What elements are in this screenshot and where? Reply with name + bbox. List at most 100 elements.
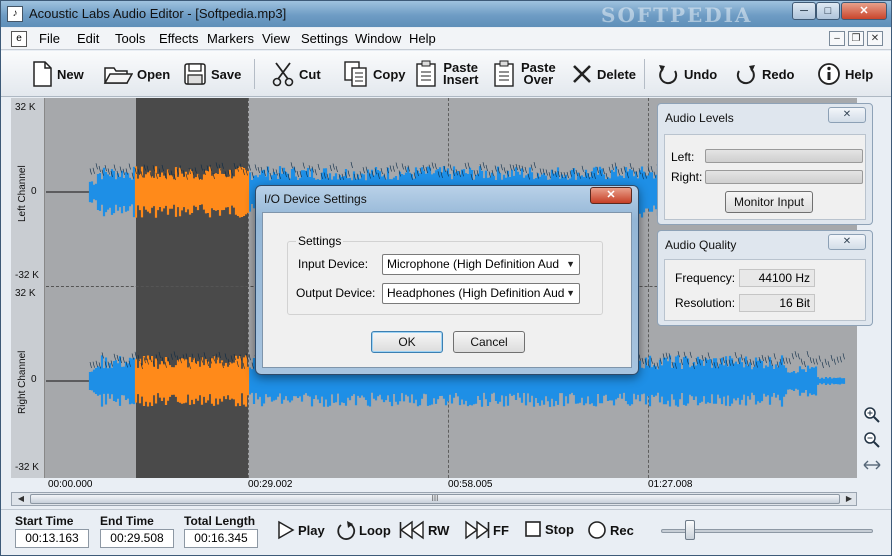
loop-button[interactable]: Loop bbox=[336, 520, 391, 540]
open-button[interactable]: Open bbox=[103, 57, 170, 91]
help-label: Help bbox=[845, 66, 874, 82]
mdi-close-button[interactable]: ✕ bbox=[867, 31, 883, 46]
cut-button[interactable]: Cut bbox=[271, 57, 321, 91]
audio-quality-title: Audio Quality bbox=[665, 238, 737, 252]
menu-help[interactable]: Help bbox=[409, 31, 436, 46]
start-time-label: Start Time bbox=[15, 514, 74, 528]
document-icon: e bbox=[11, 31, 27, 47]
redo-label: Redo bbox=[762, 66, 795, 82]
save-label: Save bbox=[211, 66, 242, 82]
redo-button[interactable]: Redo bbox=[734, 57, 795, 91]
cancel-button[interactable]: Cancel bbox=[453, 331, 525, 353]
new-button[interactable]: New bbox=[31, 57, 84, 91]
scroll-left-icon[interactable]: ◀ bbox=[14, 493, 28, 505]
undo-button[interactable]: Undo bbox=[656, 57, 717, 91]
scroll-right-icon[interactable]: ▶ bbox=[842, 493, 856, 505]
right-channel-selected-waveform bbox=[134, 355, 250, 407]
volume-slider-thumb[interactable] bbox=[685, 520, 695, 540]
dialog-close-button[interactable]: ✕ bbox=[590, 187, 632, 204]
end-time-value[interactable]: 00:29.508 bbox=[100, 529, 174, 548]
folder-open-icon bbox=[103, 67, 133, 84]
zoom-out-icon[interactable] bbox=[862, 431, 882, 451]
resolution-label: Resolution: bbox=[675, 296, 736, 310]
record-label: Rec bbox=[610, 522, 634, 538]
time-scale: 00:00.000 00:29.002 00:58.005 01:27.008 bbox=[11, 478, 857, 492]
input-device-value: Microphone (High Definition Aud bbox=[387, 257, 560, 271]
start-time-value[interactable]: 00:13.163 bbox=[15, 529, 89, 548]
paste-over-icon bbox=[494, 60, 514, 87]
amplitude-ruler: 32 K 0 -32 K 32 K 0 -32 K Left Channel R… bbox=[11, 98, 45, 478]
record-button[interactable]: Rec bbox=[587, 520, 634, 540]
copy-button[interactable]: Copy bbox=[343, 57, 406, 91]
audio-levels-close-button[interactable]: ✕ bbox=[828, 107, 866, 123]
monitor-input-button[interactable]: Monitor Input bbox=[725, 191, 813, 213]
stop-icon bbox=[525, 521, 541, 537]
toolbar-separator bbox=[644, 59, 645, 89]
output-device-value: Headphones (High Definition Aud bbox=[387, 286, 565, 300]
end-time-group: End Time 00:29.508 bbox=[100, 514, 174, 548]
left-level-meter bbox=[705, 149, 863, 163]
paste-insert-icon bbox=[416, 60, 436, 87]
input-device-label: Input Device: bbox=[298, 257, 369, 271]
tick-label: 0 bbox=[31, 186, 37, 197]
play-label: Play bbox=[298, 522, 325, 538]
paste-insert-label-2: Insert bbox=[443, 72, 479, 87]
save-button[interactable]: Save bbox=[183, 57, 241, 91]
audio-quality-panel: Audio Quality ✕ Frequency: 44100 Hz Reso… bbox=[657, 230, 873, 326]
menu-settings[interactable]: Settings bbox=[301, 31, 348, 46]
horizontal-scrollbar[interactable]: ◀ III ▶ bbox=[11, 492, 857, 506]
maximize-button[interactable]: □ bbox=[816, 2, 840, 20]
paste-over-label-2: Over bbox=[523, 72, 554, 87]
dropdown-arrow-icon: ▼ bbox=[566, 259, 575, 269]
minimize-button[interactable]: ─ bbox=[792, 2, 816, 20]
undo-arrow-icon bbox=[659, 65, 678, 85]
ok-button[interactable]: OK bbox=[371, 331, 443, 353]
total-length-label: Total Length bbox=[184, 514, 256, 528]
output-device-select[interactable]: Headphones (High Definition Aud ▼ bbox=[382, 283, 580, 304]
mdi-restore-button[interactable]: ❐ bbox=[848, 31, 864, 46]
audio-levels-body: Left: Right: Monitor Input bbox=[664, 134, 866, 220]
delete-button[interactable]: Delete bbox=[571, 57, 636, 91]
right-level-label: Right: bbox=[671, 170, 703, 184]
menu-view[interactable]: View bbox=[262, 31, 290, 46]
paste-insert-button[interactable]: Paste Insert bbox=[415, 57, 478, 91]
play-icon bbox=[278, 520, 295, 540]
fast-forward-icon bbox=[465, 520, 490, 540]
menu-file[interactable]: File bbox=[39, 31, 60, 46]
zoom-in-icon[interactable] bbox=[862, 406, 882, 426]
copy-label: Copy bbox=[373, 66, 406, 82]
info-icon bbox=[818, 63, 840, 85]
help-button[interactable]: Help bbox=[817, 57, 873, 91]
mdi-minimize-button[interactable]: – bbox=[829, 31, 845, 46]
time-label: 01:27.008 bbox=[648, 479, 693, 490]
menu-window[interactable]: Window bbox=[355, 31, 401, 46]
paste-over-button[interactable]: Paste Over bbox=[493, 57, 556, 91]
start-time-group: Start Time 00:13.163 bbox=[15, 514, 89, 548]
dialog-title: I/O Device Settings bbox=[264, 192, 367, 206]
redo-arrow-icon bbox=[736, 65, 755, 85]
resolution-value: 16 Bit bbox=[739, 294, 815, 312]
audio-quality-close-button[interactable]: ✕ bbox=[828, 234, 866, 250]
settings-group-label: Settings bbox=[296, 234, 344, 248]
play-button[interactable]: Play bbox=[277, 520, 325, 540]
dialog-body: Settings Input Device: Microphone (High … bbox=[262, 212, 632, 368]
close-button[interactable]: ✕ bbox=[841, 2, 887, 20]
menu-tools[interactable]: Tools bbox=[115, 31, 145, 46]
fast-forward-button[interactable]: FF bbox=[464, 520, 509, 540]
floppy-disk-icon bbox=[184, 63, 206, 85]
watermark: SOFTPEDIA bbox=[601, 3, 753, 27]
right-level-meter bbox=[705, 170, 863, 184]
menu-markers[interactable]: Markers bbox=[207, 31, 254, 46]
menu-edit[interactable]: Edit bbox=[77, 31, 99, 46]
delete-label: Delete bbox=[597, 66, 637, 82]
loop-icon bbox=[337, 521, 356, 540]
rewind-button[interactable]: RW bbox=[399, 520, 449, 540]
undo-label: Undo bbox=[684, 66, 718, 82]
stop-button[interactable]: Stop bbox=[524, 520, 574, 538]
input-device-select[interactable]: Microphone (High Definition Aud ▼ bbox=[382, 254, 580, 275]
fast-forward-label: FF bbox=[493, 522, 509, 538]
audio-levels-panel: Audio Levels ✕ Left: Right: Monitor Inpu… bbox=[657, 103, 873, 225]
zoom-fit-icon[interactable] bbox=[862, 456, 882, 476]
menu-effects[interactable]: Effects bbox=[159, 31, 199, 46]
scroll-thumb[interactable]: III bbox=[30, 494, 840, 504]
